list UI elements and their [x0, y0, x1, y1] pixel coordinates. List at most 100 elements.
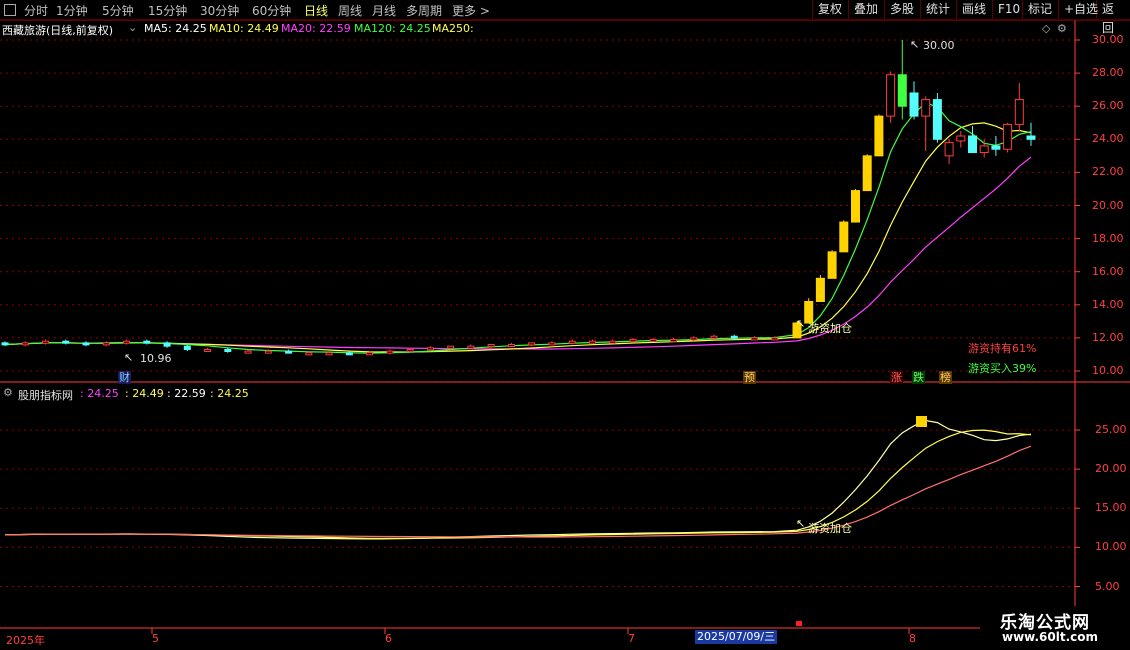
- indicator-line-1: [4, 419, 1032, 540]
- cursor-date-label: 2025/07/09/三: [695, 630, 778, 644]
- indicator-annotation: 游资加仓: [808, 522, 852, 535]
- forecast-marker[interactable]: 预: [743, 371, 756, 384]
- y-tick-label: 26.00: [1092, 99, 1124, 113]
- high-marker-arrow: ↖: [910, 38, 920, 51]
- candle-body: [467, 345, 475, 349]
- y-tick-label: 12.00: [1092, 330, 1124, 344]
- brand-url: www.60lt.com: [1002, 630, 1099, 644]
- y-tick-label: 30.00: [1092, 33, 1124, 46]
- candle-body: [163, 342, 171, 347]
- candle-body: [991, 145, 1001, 150]
- candle-body: [386, 350, 394, 354]
- candle-body: [851, 190, 860, 223]
- main-annotation: 游资加仓: [808, 322, 852, 335]
- candle-body: [886, 74, 896, 117]
- y-tick-label: 14.00: [1092, 297, 1124, 311]
- indicator-highlight-square: [916, 416, 927, 427]
- candle-body: [447, 345, 455, 349]
- candle-body: [1026, 135, 1036, 140]
- candle-body: [815, 277, 825, 302]
- buy-percentage: 游资买入39%: [968, 362, 1037, 375]
- candle-body: [629, 339, 637, 343]
- candlesticks: [1, 40, 1036, 356]
- candle-body: [366, 352, 374, 356]
- finance-marker[interactable]: 财: [118, 371, 131, 384]
- candle-body: [143, 340, 151, 344]
- y-tick-label: 20.00: [1092, 198, 1124, 212]
- candle-body: [1, 342, 9, 346]
- y-tick-label: 24.00: [1092, 132, 1124, 146]
- x-label-year: 2025年: [6, 634, 45, 647]
- candle-body: [345, 352, 353, 356]
- brand-watermark: 乐淘公式网 www.60lt.com: [980, 606, 1130, 650]
- candle-body: [874, 115, 884, 157]
- candle-body: [264, 350, 272, 354]
- candle-body: [730, 335, 738, 339]
- candle-body: [932, 99, 942, 140]
- rise-marker[interactable]: 涨: [890, 371, 903, 384]
- y-tick-label: 28.00: [1092, 66, 1124, 80]
- x-label-may: 5: [152, 632, 159, 645]
- candle-body: [897, 74, 907, 107]
- candle-body: [406, 348, 414, 352]
- indicator-y-tick-label: 10.00: [1095, 540, 1127, 554]
- low-marker-arrow: ↖: [124, 351, 134, 364]
- indicator-annotation-arrow: ↖: [796, 517, 806, 530]
- x-label-aug: 8: [909, 632, 916, 645]
- candle-body: [528, 342, 536, 346]
- candle-body: [909, 92, 919, 117]
- candle-body: [21, 342, 29, 346]
- indicator-y-tick-label: 20.00: [1095, 462, 1127, 476]
- candle-body: [839, 221, 849, 253]
- candle-body: [956, 135, 966, 142]
- y-tick-label: 18.00: [1092, 231, 1124, 245]
- indicator-y-tick-label: 5.00: [1095, 579, 1120, 593]
- x-label-jul: 7: [628, 632, 635, 645]
- candle-body: [669, 339, 677, 343]
- candle-body: [862, 155, 872, 192]
- candle-body: [487, 344, 495, 348]
- rank-marker[interactable]: 榜: [939, 371, 952, 384]
- ma20-line: [4, 156, 1032, 350]
- chart-frame: [0, 19, 1130, 634]
- candle-body: [771, 337, 779, 341]
- grid-lines: [0, 39, 1075, 587]
- candle-body: [224, 348, 232, 352]
- ma10-line: [4, 122, 1032, 353]
- candle-body: [305, 352, 313, 356]
- kline-chart[interactable]: [0, 0, 1130, 650]
- y-tick-label: 22.00: [1092, 165, 1124, 179]
- candle-body: [968, 135, 977, 154]
- candle-body: [921, 99, 931, 117]
- red-indicator-dot: [796, 621, 802, 626]
- candle-body: [123, 340, 131, 344]
- candle-body: [750, 337, 758, 341]
- indicator-y-tick-label: 25.00: [1095, 423, 1127, 436]
- candle-body: [827, 251, 837, 279]
- indicator-y-tick-label: 15.00: [1095, 501, 1127, 515]
- main-annotation-arrow: ↖: [796, 317, 806, 330]
- candle-body: [102, 342, 110, 346]
- candle-body: [979, 145, 989, 154]
- candle-body: [82, 342, 90, 346]
- candle-body: [568, 340, 576, 344]
- candle-body: [690, 337, 698, 341]
- candle-body: [285, 350, 293, 354]
- high-price-label: 30.00: [923, 39, 955, 52]
- candle-body: [1003, 123, 1013, 150]
- candle-body: [42, 340, 50, 344]
- y-tick-label: 10.00: [1092, 364, 1124, 377]
- y-tick-label: 16.00: [1092, 264, 1124, 278]
- candle-body: [944, 142, 954, 157]
- fall-marker[interactable]: 跌: [912, 371, 925, 384]
- candle-body: [649, 339, 657, 343]
- low-price-label: 10.96: [140, 352, 172, 365]
- indicator-line-3: [4, 445, 1032, 538]
- indicator-lines: [4, 416, 1032, 540]
- candle-body: [588, 340, 596, 344]
- hold-percentage: 游资持有61%: [968, 342, 1037, 355]
- candle-body: [548, 342, 556, 346]
- x-label-jun: 6: [385, 632, 392, 645]
- candle-body: [183, 345, 191, 350]
- candle-body: [609, 340, 617, 344]
